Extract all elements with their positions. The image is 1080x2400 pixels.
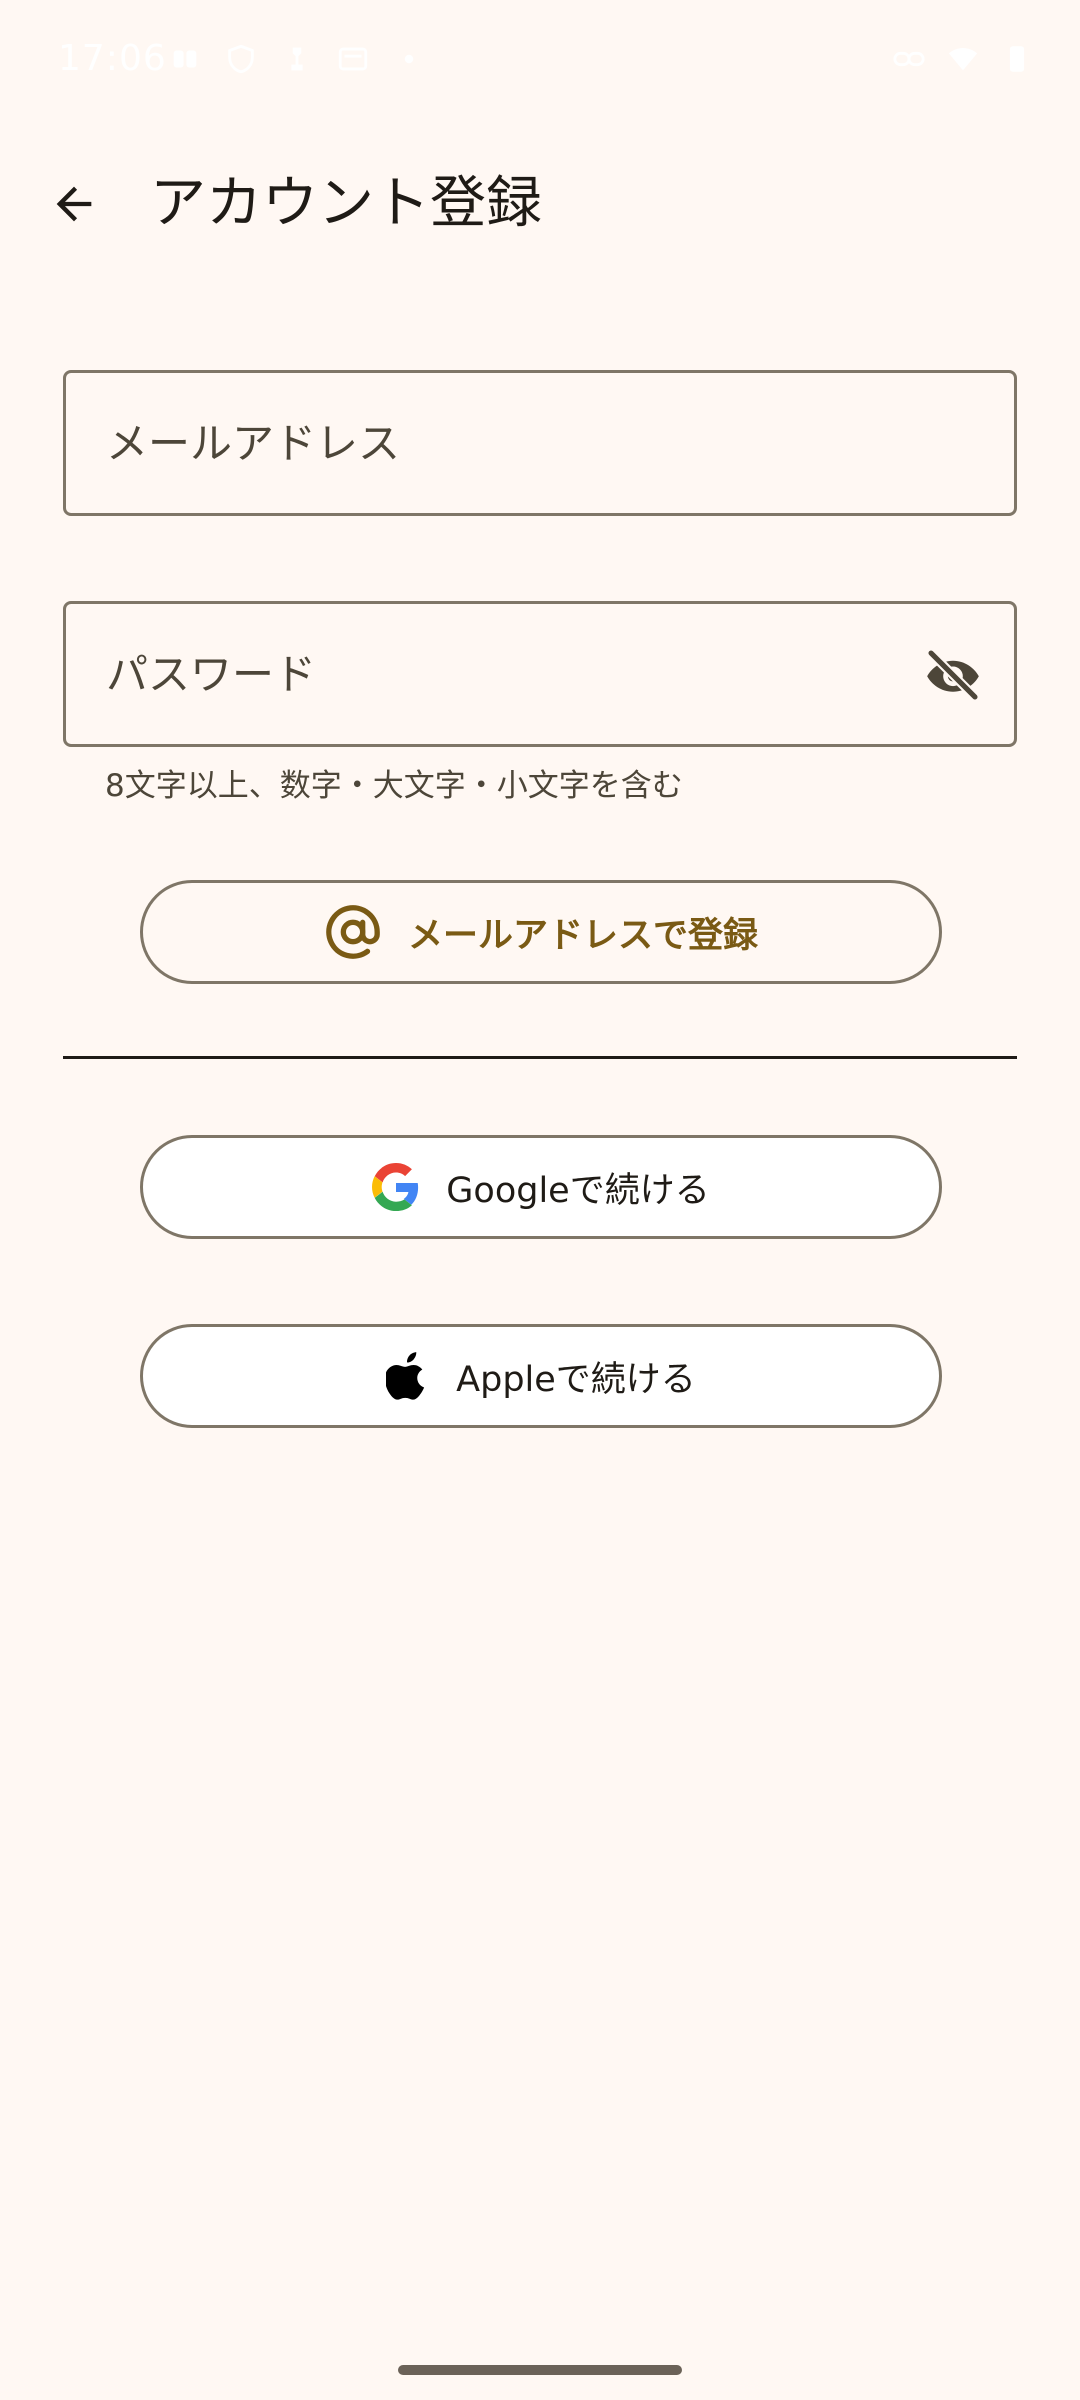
apple-signin-label: Appleで続ける [456, 1359, 696, 1400]
dot-icon [404, 54, 414, 64]
password-helper-text: 8文字以上、数字・大文字・小文字を含む [105, 768, 683, 804]
email-signup-label: メールアドレスで登録 [407, 915, 758, 956]
apple-signin-button[interactable]: Appleで続ける [140, 1324, 942, 1428]
top-app-bar: アカウント登録 [0, 140, 1080, 268]
google-signin-label: Googleで続ける [446, 1170, 710, 1211]
arrow-back-icon [56, 186, 92, 222]
password-field[interactable] [63, 601, 1017, 747]
status-icons-left [168, 42, 426, 76]
google-logo-icon [372, 1163, 419, 1211]
battery-icon [1009, 46, 1025, 72]
visibility-off-icon [926, 648, 980, 702]
google-signin-button[interactable]: Googleで続ける [140, 1135, 942, 1239]
divider [63, 1056, 1017, 1059]
page-title: アカウント登録 [150, 171, 542, 236]
status-time: 17:06 [58, 38, 167, 79]
notification-icon [173, 50, 197, 68]
wifi-icon [948, 48, 978, 71]
email-field[interactable] [63, 370, 1017, 516]
at-sign-icon [326, 905, 380, 959]
home-indicator[interactable] [398, 2365, 682, 2375]
status-icons-right [892, 42, 1034, 76]
status-bar: 17:06 [0, 0, 1080, 120]
link-icon [893, 51, 925, 67]
apple-logo-icon [386, 1352, 425, 1400]
email-signup-button[interactable]: メールアドレスで登録 [140, 880, 942, 984]
email-input[interactable] [66, 373, 1014, 513]
message-icon [338, 47, 368, 71]
password-input[interactable] [66, 604, 1014, 744]
shield-icon [228, 44, 254, 74]
chess-icon [291, 47, 303, 71]
password-visibility-toggle[interactable] [920, 642, 986, 708]
back-button[interactable] [34, 164, 114, 244]
